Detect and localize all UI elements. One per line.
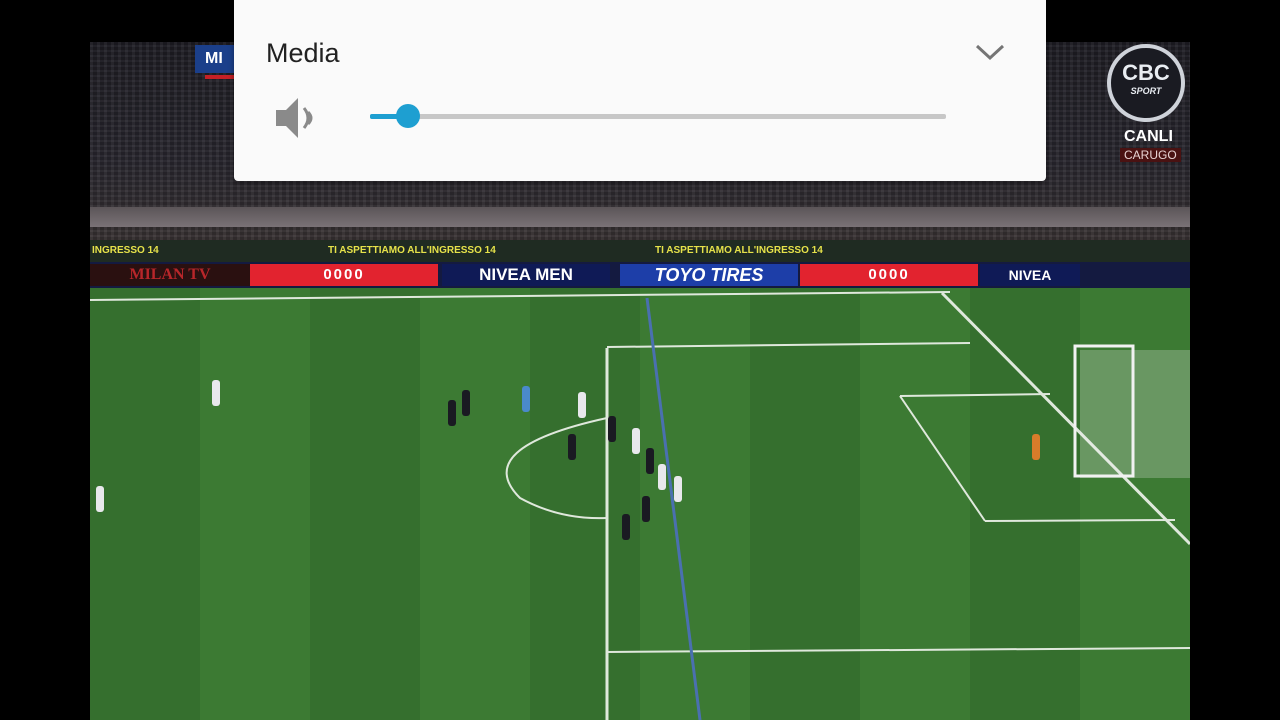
channel-logo-name: CBC <box>1122 60 1170 85</box>
goalkeeper <box>1032 434 1040 460</box>
player-white <box>658 464 666 490</box>
ad-toyo-tires: TOYO TIRES <box>620 264 798 286</box>
player-white <box>96 486 104 512</box>
channel-logo: CBC SPORT <box>1107 44 1185 122</box>
ad-text-right: TI ASPETTIAMO ALL'INGRESSO 14 <box>655 245 823 256</box>
audi-rings-2: 0000 <box>868 266 910 283</box>
player-dark <box>622 514 630 540</box>
ad-audi-2: 0000 <box>800 264 978 286</box>
live-label: CANLI <box>1124 128 1173 145</box>
pitch-lines <box>90 291 1190 720</box>
player-white <box>632 428 640 454</box>
ad-board-row: MILAN TV 0000 NIVEA MEN TOYO TIRES 0000 … <box>90 262 1190 288</box>
ad-text-left: INGRESSO 14 <box>92 245 159 256</box>
chevron-down-icon[interactable] <box>973 38 1007 64</box>
player-dark <box>646 448 654 474</box>
media-volume-panel: Media <box>234 0 1046 181</box>
ad-text-center: TI ASPETTIAMO ALL'INGRESSO 14 <box>328 245 496 256</box>
player-white <box>578 392 586 418</box>
ad-nivea-men: NIVEA MEN <box>442 264 610 286</box>
player-dark <box>642 496 650 522</box>
player-dark <box>448 400 456 426</box>
player-dark <box>608 416 616 442</box>
referee <box>522 386 530 412</box>
player-dark <box>568 434 576 460</box>
venue-label: CARUGO <box>1120 148 1181 162</box>
volume-slider[interactable] <box>370 104 946 128</box>
audi-rings-1: 0000 <box>323 266 365 283</box>
volume-low-icon[interactable] <box>274 96 322 140</box>
player-white <box>212 380 220 406</box>
panel-title: Media <box>266 38 340 68</box>
ad-nivea-right: NIVEA <box>980 264 1080 286</box>
player-white <box>674 476 682 502</box>
ad-audi-1: 0000 <box>250 264 438 286</box>
volume-slider-thumb[interactable] <box>396 104 421 128</box>
ad-milan-tv: MILAN TV <box>90 264 250 286</box>
stand-railing <box>90 207 1190 227</box>
channel-logo-sub: SPORT <box>1130 86 1162 96</box>
top-ad-strip: INGRESSO 14 TI ASPETTIAMO ALL'INGRESSO 1… <box>90 240 1190 262</box>
football-pitch <box>90 288 1190 720</box>
player-dark <box>462 390 470 416</box>
